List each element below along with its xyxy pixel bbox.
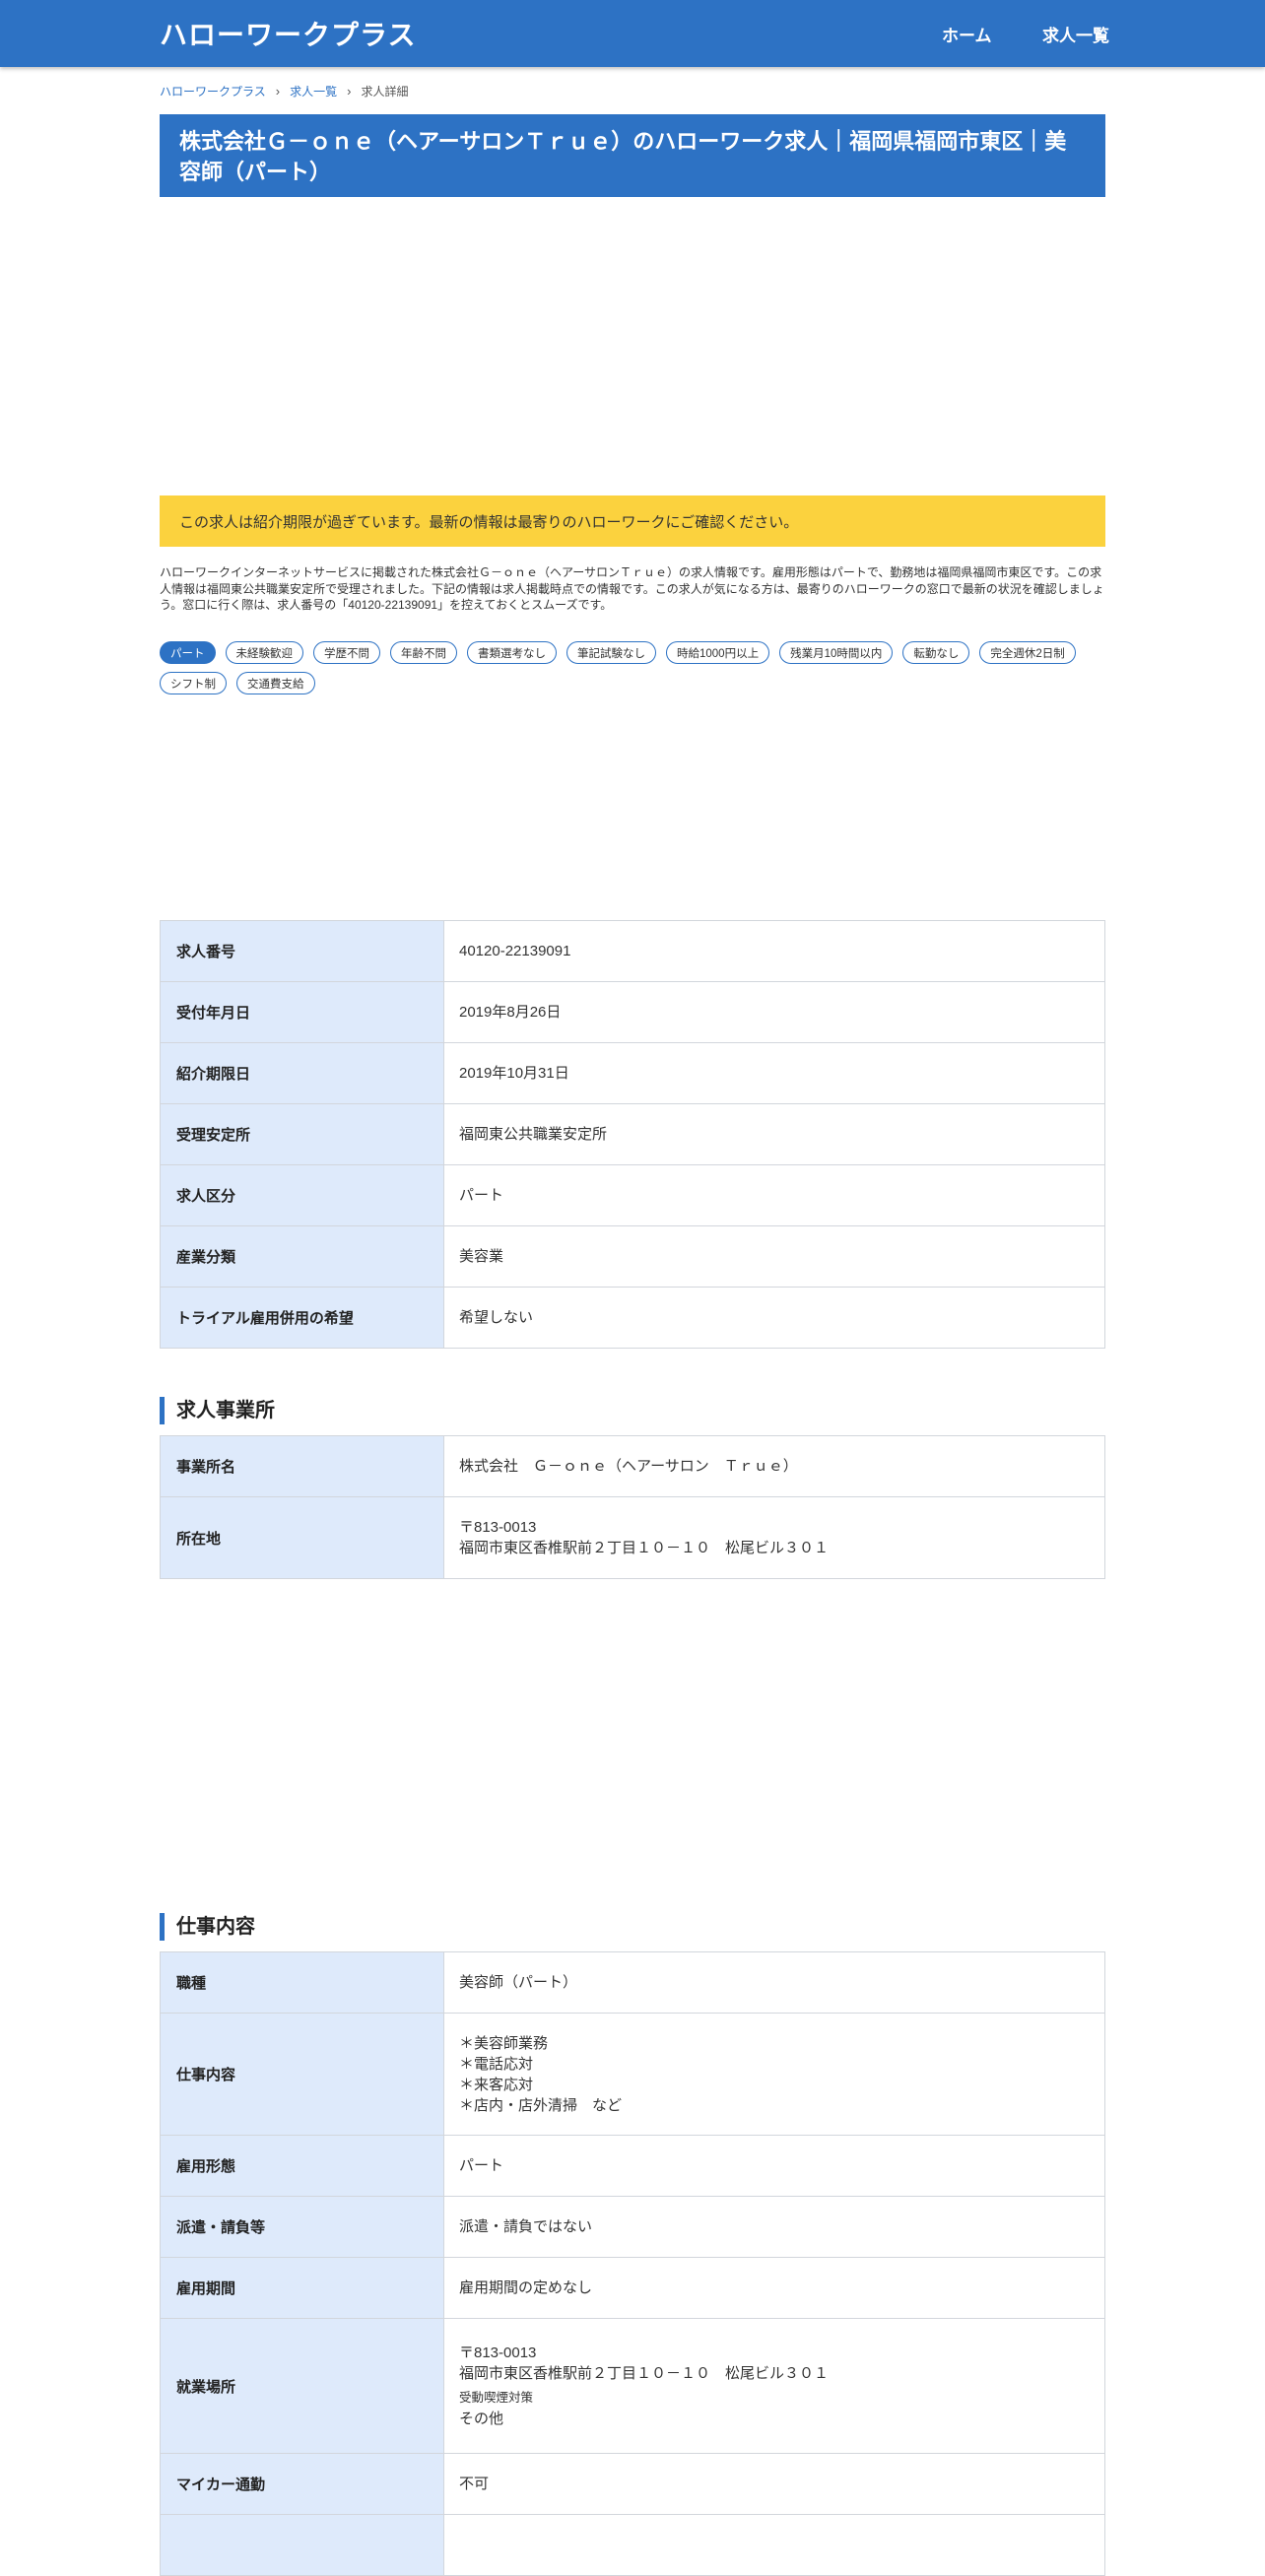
content-line: ＊来客応対 bbox=[459, 2076, 534, 2093]
row-label: 職種 bbox=[160, 1951, 444, 2014]
breadcrumb-home-link[interactable]: ハローワークプラス bbox=[160, 83, 266, 99]
table-row: 雇用期間 雇用期間の定めなし bbox=[160, 2257, 1105, 2319]
row-value: 〒813-0013 福岡市東区香椎駅前２丁目１０－１０ 松尾ビル３０１ bbox=[443, 1496, 1105, 1579]
postal-code: 〒813-0013 bbox=[459, 2345, 537, 2361]
breadcrumb-list-link[interactable]: 求人一覧 bbox=[290, 83, 337, 99]
chevron-right-icon: › bbox=[275, 84, 281, 99]
basic-info-table: 求人番号 40120-22139091 受付年月日 2019年8月26日 紹介期… bbox=[160, 920, 1105, 1349]
table-row: 産業分類 美容業 bbox=[160, 1225, 1105, 1288]
job-description-summary: ハローワークインターネットサービスに掲載された株式会社Ｇ－ｏｎｅ（ヘアーサロンＴ… bbox=[160, 565, 1104, 612]
tag-item[interactable]: 交通費支給 bbox=[236, 672, 315, 694]
row-label: 雇用形態 bbox=[160, 2135, 444, 2197]
section-title-office: 求人事業所 bbox=[160, 1397, 275, 1424]
smoking-policy-label: 受動喫煙対策 bbox=[459, 2391, 534, 2405]
row-label: 所在地 bbox=[160, 1496, 444, 1579]
table-row bbox=[160, 2514, 1105, 2576]
table-row: マイカー通勤 不可 bbox=[160, 2453, 1105, 2515]
section-title-job: 仕事内容 bbox=[160, 1913, 255, 1941]
row-label: 受付年月日 bbox=[160, 981, 444, 1043]
page-title: 株式会社Ｇ－ｏｎｅ（ヘアーサロンＴｒｕｅ）のハローワーク求人｜福岡県福岡市東区｜… bbox=[179, 129, 1067, 184]
row-label: 就業場所 bbox=[160, 2318, 444, 2454]
table-row: 紹介期限日 2019年10月31日 bbox=[160, 1042, 1105, 1104]
row-label: トライアル雇用併用の希望 bbox=[160, 1287, 444, 1349]
table-row: 就業場所 〒813-0013 福岡市東区香椎駅前２丁目１０－１０ 松尾ビル３０１… bbox=[160, 2318, 1105, 2454]
row-value: 美容師（パート） bbox=[443, 1951, 1105, 2014]
tag-item[interactable]: 未経験歓迎 bbox=[225, 641, 303, 664]
table-row: 派遣・請負等 派遣・請負ではない bbox=[160, 2196, 1105, 2258]
row-value: 株式会社 Ｇ－ｏｎｅ（ヘアーサロン Ｔｒｕｅ） bbox=[443, 1435, 1105, 1497]
table-row: トライアル雇用併用の希望 希望しない bbox=[160, 1287, 1105, 1349]
tag-item[interactable]: 残業月10時間以内 bbox=[779, 641, 894, 664]
row-label: マイカー通勤 bbox=[160, 2453, 444, 2515]
postal-code: 〒813-0013 bbox=[459, 1519, 537, 1536]
row-value: 40120-22139091 bbox=[443, 920, 1105, 982]
row-value: パート bbox=[443, 1164, 1105, 1226]
row-value: パート bbox=[443, 2135, 1105, 2197]
row-value: ＊美容師業務 ＊電話応対 ＊来客応対 ＊店内・店外清掃 など bbox=[443, 2013, 1105, 2136]
tag-item[interactable]: 完全週休2日制 bbox=[979, 641, 1076, 664]
row-label: 求人番号 bbox=[160, 920, 444, 982]
row-value: 〒813-0013 福岡市東区香椎駅前２丁目１０－１０ 松尾ビル３０１ 受動喫煙… bbox=[443, 2318, 1105, 2454]
address: 福岡市東区香椎駅前２丁目１０－１０ 松尾ビル３０１ bbox=[459, 1540, 830, 1556]
table-row: 受付年月日 2019年8月26日 bbox=[160, 981, 1105, 1043]
row-label: 求人区分 bbox=[160, 1164, 444, 1226]
tag-list: パート 未経験歓迎 学歴不問 年齢不問 書類選考なし 筆記試験なし 時給1000… bbox=[160, 641, 1105, 694]
row-label: 派遣・請負等 bbox=[160, 2196, 444, 2258]
row-label: 事業所名 bbox=[160, 1435, 444, 1497]
row-label: 受理安定所 bbox=[160, 1103, 444, 1165]
row-value: 2019年10月31日 bbox=[443, 1042, 1105, 1104]
row-label: 産業分類 bbox=[160, 1225, 444, 1288]
row-value: 不可 bbox=[443, 2453, 1105, 2515]
content-line: ＊電話応対 bbox=[459, 2055, 534, 2073]
table-row: 所在地 〒813-0013 福岡市東区香椎駅前２丁目１０－１０ 松尾ビル３０１ bbox=[160, 1496, 1105, 1579]
row-value: 美容業 bbox=[443, 1225, 1105, 1288]
row-label: 紹介期限日 bbox=[160, 1042, 444, 1104]
table-row: 求人番号 40120-22139091 bbox=[160, 920, 1105, 982]
content-line: ＊美容師業務 bbox=[459, 2034, 549, 2052]
job-info-table: 職種 美容師（パート） 仕事内容 ＊美容師業務 ＊電話応対 ＊来客応対 ＊店内・… bbox=[160, 1951, 1105, 2576]
tag-item[interactable]: シフト制 bbox=[160, 672, 227, 694]
tag-item[interactable]: 学歴不問 bbox=[313, 641, 380, 664]
row-value: 福岡東公共職業安定所 bbox=[443, 1103, 1105, 1165]
breadcrumb: ハローワークプラス › 求人一覧 › 求人詳細 bbox=[160, 83, 408, 99]
content-line: ＊店内・店外清掃 など bbox=[459, 2096, 623, 2114]
row-label: 雇用期間 bbox=[160, 2257, 444, 2319]
row-value bbox=[443, 2514, 1105, 2576]
table-row: 雇用形態 パート bbox=[160, 2135, 1105, 2197]
nav-job-list-link[interactable]: 求人一覧 bbox=[1042, 22, 1109, 46]
row-value: 2019年8月26日 bbox=[443, 981, 1105, 1043]
tag-item[interactable]: 時給1000円以上 bbox=[666, 641, 770, 664]
tag-item[interactable]: パート bbox=[160, 641, 216, 664]
nav-home-link[interactable]: ホーム bbox=[942, 22, 992, 46]
page-title-box: 株式会社Ｇ－ｏｎｅ（ヘアーサロンＴｒｕｅ）のハローワーク求人｜福岡県福岡市東区｜… bbox=[160, 114, 1105, 197]
row-value: 雇用期間の定めなし bbox=[443, 2257, 1105, 2319]
chevron-right-icon: › bbox=[347, 84, 352, 99]
table-row: 職種 美容師（パート） bbox=[160, 1951, 1105, 2014]
row-value: 派遣・請負ではない bbox=[443, 2196, 1105, 2258]
address: 福岡市東区香椎駅前２丁目１０－１０ 松尾ビル３０１ bbox=[459, 2365, 830, 2382]
site-logo[interactable]: ハローワークプラス bbox=[160, 14, 416, 53]
tag-item[interactable]: 書類選考なし bbox=[467, 641, 557, 664]
breadcrumb-current: 求人詳細 bbox=[361, 85, 409, 99]
table-row: 求人区分 パート bbox=[160, 1164, 1105, 1226]
row-value: 希望しない bbox=[443, 1287, 1105, 1349]
table-row: 事業所名 株式会社 Ｇ－ｏｎｅ（ヘアーサロン Ｔｒｕｅ） bbox=[160, 1435, 1105, 1497]
row-label bbox=[160, 2514, 444, 2576]
office-info-table: 事業所名 株式会社 Ｇ－ｏｎｅ（ヘアーサロン Ｔｒｕｅ） 所在地 〒813-00… bbox=[160, 1435, 1105, 1579]
table-row: 受理安定所 福岡東公共職業安定所 bbox=[160, 1103, 1105, 1165]
tag-item[interactable]: 筆記試験なし bbox=[566, 641, 656, 664]
tag-item[interactable]: 転勤なし bbox=[902, 641, 970, 664]
tag-item[interactable]: 年齢不問 bbox=[390, 641, 457, 664]
expired-alert: この求人は紹介期限が過ぎています。最新の情報は最寄りのハローワークにご確認くださ… bbox=[160, 495, 1105, 547]
smoking-policy-value: その他 bbox=[459, 2411, 504, 2427]
row-label: 仕事内容 bbox=[160, 2013, 444, 2136]
table-row: 仕事内容 ＊美容師業務 ＊電話応対 ＊来客応対 ＊店内・店外清掃 など bbox=[160, 2013, 1105, 2136]
site-header: ハローワークプラス ホーム 求人一覧 bbox=[0, 0, 1265, 67]
